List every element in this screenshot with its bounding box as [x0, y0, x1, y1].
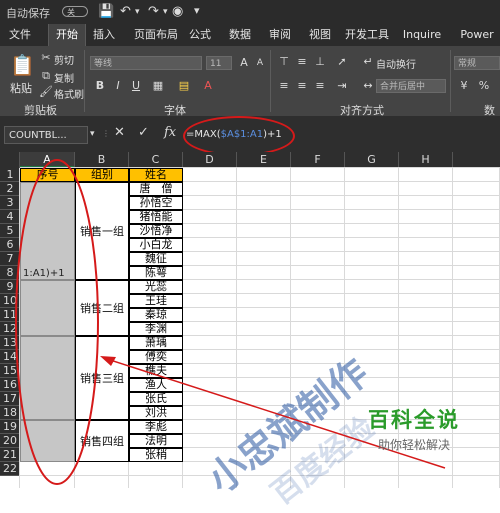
baike-title: 百科全说: [368, 408, 460, 432]
column-a-ellipse: [15, 159, 99, 485]
baike-logo: 百科全说 助你轻松解决: [352, 404, 476, 464]
baike-subtitle: 助你轻松解决: [377, 438, 450, 452]
arrow-head: [100, 356, 116, 366]
